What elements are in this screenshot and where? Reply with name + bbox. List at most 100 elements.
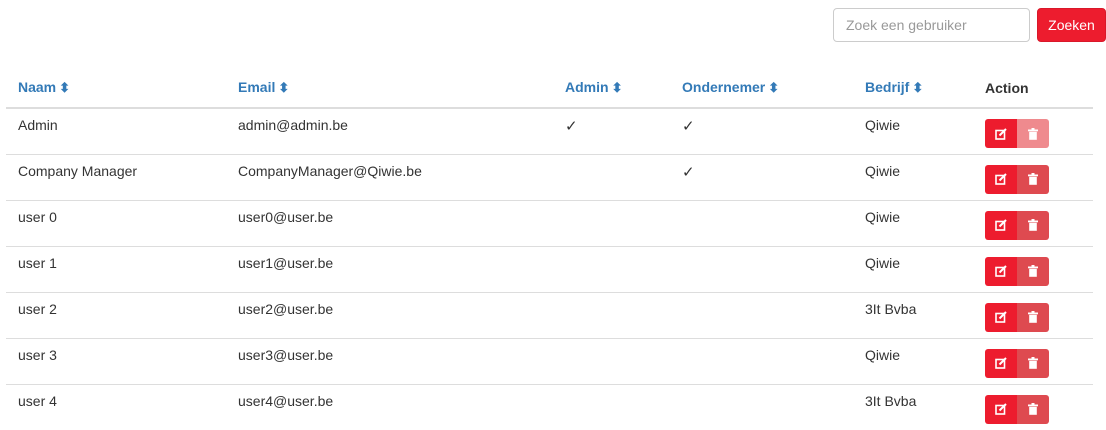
cell-email: admin@admin.be bbox=[238, 117, 348, 133]
column-header-admin[interactable]: Admin ⬍ bbox=[553, 68, 670, 109]
trash-icon bbox=[1028, 403, 1038, 415]
cell-admin bbox=[553, 199, 670, 246]
column-header-label: Ondernemer bbox=[682, 79, 766, 95]
trash-icon bbox=[1028, 219, 1038, 231]
action-button-group bbox=[985, 210, 1049, 240]
cell-name: Company Manager bbox=[6, 153, 226, 200]
cell-admin: ✓ bbox=[553, 108, 670, 154]
cell-ondernemer: ✓ bbox=[670, 153, 853, 200]
search-bar: Zoeken bbox=[833, 8, 1106, 42]
table-row: user 4 user4@user.be 3It Bvba bbox=[6, 383, 1093, 430]
delete-button[interactable] bbox=[1017, 302, 1049, 332]
edit-icon bbox=[995, 127, 1007, 140]
table-row: Admin admin@admin.be ✓ ✓ Qiwie bbox=[6, 108, 1093, 154]
table-header-row: Naam ⬍ Email ⬍ Admin ⬍ Ondernemer ⬍ Bedrijf ⬍… bbox=[6, 68, 1093, 109]
edit-icon bbox=[995, 311, 1007, 323]
table-row: user 0 user0@user.be Qiwie bbox=[6, 199, 1093, 246]
delete-button[interactable] bbox=[1017, 394, 1049, 424]
users-table: Naam ⬍ Email ⬍ Admin ⬍ Ondernemer ⬍ Bedrijf ⬍… bbox=[6, 68, 1093, 430]
edit-button[interactable] bbox=[985, 394, 1017, 424]
check-icon: ✓ bbox=[682, 118, 695, 135]
sort-icon: ⬍ bbox=[278, 80, 290, 95]
cell-name: user 1 bbox=[6, 245, 226, 292]
column-header-ondernemer[interactable]: Ondernemer ⬍ bbox=[670, 68, 853, 109]
edit-button[interactable] bbox=[985, 119, 1017, 148]
edit-icon bbox=[995, 403, 1007, 415]
cell-email: user0@user.be bbox=[226, 199, 553, 246]
sort-icon: ⬍ bbox=[59, 80, 71, 95]
edit-button[interactable] bbox=[985, 302, 1017, 332]
delete-button[interactable] bbox=[1017, 164, 1049, 194]
cell-admin bbox=[553, 245, 670, 292]
cell-ondernemer bbox=[670, 199, 853, 246]
cell-email: user3@user.be bbox=[226, 337, 553, 384]
check-icon: ✓ bbox=[565, 118, 578, 135]
edit-icon bbox=[995, 173, 1007, 185]
cell-actions bbox=[973, 383, 1093, 430]
cell-name: user 0 bbox=[6, 199, 226, 246]
cell-ondernemer bbox=[670, 383, 853, 430]
table-row: user 2 user2@user.be 3It Bvba bbox=[6, 291, 1093, 338]
search-input[interactable] bbox=[833, 8, 1030, 42]
edit-button[interactable] bbox=[985, 256, 1017, 286]
cell-ondernemer bbox=[670, 245, 853, 292]
cell-ondernemer bbox=[670, 337, 853, 384]
edit-icon bbox=[995, 265, 1007, 277]
cell-company: Qiwie bbox=[853, 153, 973, 200]
cell-ondernemer bbox=[670, 291, 853, 338]
trash-icon bbox=[1028, 173, 1038, 185]
cell-email: user1@user.be bbox=[226, 245, 553, 292]
column-header-naam[interactable]: Naam ⬍ bbox=[6, 68, 226, 109]
cell-admin bbox=[553, 291, 670, 338]
edit-icon bbox=[995, 219, 1007, 231]
action-button-group bbox=[985, 302, 1049, 332]
trash-icon bbox=[1028, 127, 1038, 140]
action-button-group bbox=[985, 164, 1049, 194]
trash-icon bbox=[1028, 265, 1038, 277]
cell-admin bbox=[553, 153, 670, 200]
edit-button[interactable] bbox=[985, 164, 1017, 194]
cell-ondernemer: ✓ bbox=[670, 108, 853, 154]
sort-icon: ⬍ bbox=[912, 80, 924, 95]
table-row: user 1 user1@user.be Qiwie bbox=[6, 245, 1093, 292]
edit-button[interactable] bbox=[985, 348, 1017, 378]
cell-company: 3It Bvba bbox=[853, 383, 973, 430]
table-body: Admin admin@admin.be ✓ ✓ Qiwie Company Manage… bbox=[6, 108, 1093, 430]
column-header-label: Bedrijf bbox=[865, 79, 910, 95]
table-row: Company Manager CompanyManager@Qiwie.be ✓ Q… bbox=[6, 153, 1093, 200]
cell-name: user 4 bbox=[6, 383, 226, 430]
cell-name: user 3 bbox=[6, 337, 226, 384]
cell-admin bbox=[553, 383, 670, 430]
cell-company: Qiwie bbox=[853, 199, 973, 246]
cell-email: user4@user.be bbox=[226, 383, 553, 430]
cell-admin bbox=[553, 337, 670, 384]
cell-email: CompanyManager@Qiwie.be bbox=[226, 153, 553, 200]
cell-email: user2@user.be bbox=[226, 291, 553, 338]
cell-actions bbox=[973, 291, 1093, 338]
delete-button[interactable] bbox=[1017, 256, 1049, 286]
column-header-email[interactable]: Email ⬍ bbox=[226, 68, 553, 109]
delete-button[interactable] bbox=[1017, 210, 1049, 240]
search-button[interactable]: Zoeken bbox=[1037, 8, 1106, 42]
cell-company: 3It Bvba bbox=[853, 291, 973, 338]
action-button-group bbox=[985, 394, 1049, 424]
cell-actions bbox=[973, 245, 1093, 292]
table-row: user 3 user3@user.be Qiwie bbox=[6, 337, 1093, 384]
column-header-bedrijf[interactable]: Bedrijf ⬍ bbox=[853, 68, 973, 109]
cell-company: Qiwie bbox=[853, 245, 973, 292]
check-icon: ✓ bbox=[682, 163, 695, 181]
column-header-label: Action bbox=[985, 79, 1029, 96]
edit-button[interactable] bbox=[985, 210, 1017, 240]
column-header-label: Naam bbox=[18, 79, 57, 95]
trash-icon bbox=[1028, 357, 1038, 369]
delete-button[interactable] bbox=[1017, 348, 1049, 378]
cell-actions bbox=[973, 199, 1093, 246]
action-button-group bbox=[985, 256, 1049, 286]
cell-actions bbox=[973, 337, 1093, 384]
action-button-group bbox=[985, 348, 1049, 378]
cell-name: user 2 bbox=[6, 291, 226, 338]
delete-button[interactable] bbox=[1017, 119, 1049, 148]
column-header-action: Action bbox=[973, 68, 1093, 109]
action-button-group bbox=[985, 119, 1049, 148]
column-header-label: Email bbox=[238, 79, 276, 95]
